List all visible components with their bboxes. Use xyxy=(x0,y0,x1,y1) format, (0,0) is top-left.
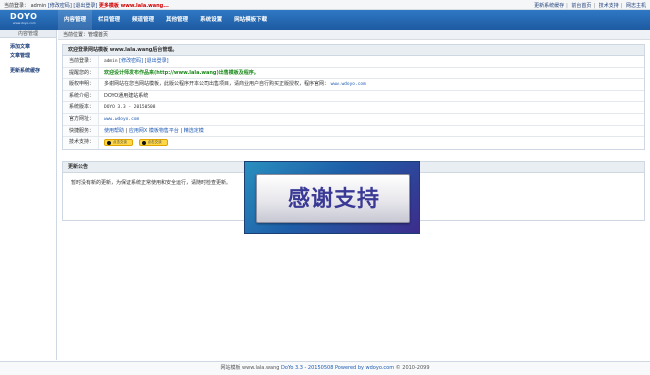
sidebar: 内容管理 添加文章 文章管理 更新系统缓存 xyxy=(0,30,57,360)
official-url-link[interactable]: www.wdoyo.com xyxy=(104,117,139,122)
tech-support-value: 点击交谈 点击交谈 xyxy=(99,137,644,149)
tech-support-link[interactable]: 技术支持 xyxy=(599,3,619,9)
nav-template-download[interactable]: 网站模板下载 xyxy=(228,10,273,30)
sidebar-title: 内容管理 xyxy=(0,30,56,38)
thanks-text: 感谢支持 xyxy=(287,187,380,212)
logo-subtitle: www.doyo.com xyxy=(13,21,36,25)
copyright-value: 多谢网站在您当网站模板，此版公程序开本公司出售项目，请商业用户自行购买正版授权，… xyxy=(99,79,644,90)
modify-password-link-2[interactable]: [修改密码] xyxy=(119,58,143,64)
info-label: 官方网址： xyxy=(63,113,99,125)
info-row: 当前登录： admin [修改密码] [退出登录] xyxy=(63,56,644,68)
official-url-value: www.wdoyo.com xyxy=(99,114,644,125)
nav-content[interactable]: 内容管理 xyxy=(58,10,93,30)
update-cache-link[interactable]: 更新系统缓存 xyxy=(534,3,564,9)
info-value: admin [修改密码] [退出登录] xyxy=(99,56,644,67)
main-nav: 内容管理 栏目管理 频道管理 其他管理 系统设置 网站模板下载 xyxy=(58,10,273,30)
info-label: 版权申明： xyxy=(63,79,99,90)
reminder-text: 欢迎设计师发布作品来(http://www.lala.wang)出售模板及程序。 xyxy=(104,69,259,76)
template-market-link[interactable]: 应用网X 模板物售平台 xyxy=(129,128,179,134)
sidebar-menu: 添加文章 文章管理 更新系统缓存 xyxy=(0,38,56,76)
info-row: 版权申明： 多谢网站在您当网站模板，此版公程序开本公司出售项目，请商业用户自行购… xyxy=(63,79,644,91)
top-status-bar: 当前登录： admin [修改密码] [退出登录] 更多模板 www.lala.… xyxy=(0,0,650,10)
thanks-plate: 感谢支持 xyxy=(256,174,410,223)
nav-other[interactable]: 其他管理 xyxy=(160,10,194,30)
sidebar-item-article-manage[interactable]: 文章管理 xyxy=(10,52,56,61)
breadcrumb: 当前位置：管理首页 xyxy=(58,30,650,40)
info-row: 官方网址： www.wdoyo.com xyxy=(63,113,644,126)
system-intro: DOYO通用建站系统 xyxy=(104,92,149,99)
info-row: 提醒您的： 欢迎设计师发布作品来(http://www.lala.wang)出售… xyxy=(63,67,644,80)
logout-link[interactable]: [退出登录] xyxy=(73,3,97,9)
logo: DOYO www.doyo.com xyxy=(10,13,54,27)
footer-copyright: © 2010-2099 xyxy=(395,365,430,371)
footer-version: DoYo 3.3 - 20150508 Powered by xyxy=(281,365,364,371)
header: DOYO www.doyo.com 内容管理 栏目管理 频道管理 其他管理 系统… xyxy=(0,10,650,30)
nav-channels[interactable]: 频道管理 xyxy=(126,10,160,30)
current-user-label: 当前登录： xyxy=(4,3,30,9)
more-templates-link[interactable]: 更多模板 www.lala.wang... xyxy=(99,3,169,9)
info-row: 快捷服务： 使用帮助 | 应用网X 模板物售平台 | 精选定模 xyxy=(63,125,644,138)
info-row: 系统介绍： DOYO通用建站系统 xyxy=(63,90,644,103)
qq-chat-button[interactable]: 点击交谈 xyxy=(138,139,168,147)
info-label: 当前登录： xyxy=(63,56,99,67)
footer: 网站模板 www.lala.wang DoYo 3.3 - 20150508 P… xyxy=(0,361,650,375)
logo-title: DOYO xyxy=(10,12,38,21)
info-label: 系统介绍： xyxy=(63,90,99,102)
info-label: 提醒您的： xyxy=(63,67,99,79)
system-version: DOYO 3.3 - 20150508 xyxy=(104,105,156,111)
custom-template-link[interactable]: 精选定模 xyxy=(184,128,204,134)
info-label: 技术支持： xyxy=(63,137,99,149)
qq-chat-button[interactable]: 点击交谈 xyxy=(104,139,133,147)
footer-link[interactable]: wdoyo.com xyxy=(366,365,395,371)
logout-link-2[interactable]: [退出登录] xyxy=(145,58,169,64)
info-row: 技术支持： 点击交谈 点击交谈 xyxy=(63,137,644,149)
nav-settings[interactable]: 系统设置 xyxy=(194,10,228,30)
welcome-panel: 欢迎登录网站模板 www.lala.wang后台管理。 当前登录： admin … xyxy=(62,44,645,150)
top-links: 更新系统缓存 | 前台首页 | 技术支持 | 网志主机 xyxy=(534,3,646,9)
current-user: admin xyxy=(30,3,47,9)
copyright-text: 多谢网站在您当网站模板，此版公程序开本公司出售项目，请商业用户自行购买正版授权，… xyxy=(104,81,330,88)
frontend-home-link[interactable]: 前台首页 xyxy=(571,3,591,9)
help-link[interactable]: 使用帮助 xyxy=(104,128,124,134)
login-status: 当前登录： admin [修改密码] [退出登录] 更多模板 www.lala.… xyxy=(4,2,169,9)
quick-service-value: 使用帮助 | 应用网X 模板物售平台 | 精选定模 xyxy=(104,127,204,134)
footer-site: 网站模板 www.lala.wang xyxy=(220,365,280,371)
web-host-link[interactable]: 网志主机 xyxy=(626,3,646,9)
modify-password-link[interactable]: [修改密码] xyxy=(48,3,72,9)
official-site-link[interactable]: www.wdoyo.com xyxy=(331,82,366,87)
sidebar-item-add-article[interactable]: 添加文章 xyxy=(10,43,56,52)
welcome-title: 欢迎登录网站模板 www.lala.wang后台管理。 xyxy=(63,45,644,56)
info-row: 系统版本： DOYO 3.3 - 20150508 xyxy=(63,102,644,114)
info-label: 快捷服务： xyxy=(63,125,99,137)
sidebar-item-update-cache[interactable]: 更新系统缓存 xyxy=(10,67,56,76)
user-name: admin xyxy=(104,59,118,64)
thanks-banner-image: 感谢支持 xyxy=(244,161,420,234)
info-label: 系统版本： xyxy=(63,102,99,113)
nav-columns[interactable]: 栏目管理 xyxy=(92,10,126,30)
